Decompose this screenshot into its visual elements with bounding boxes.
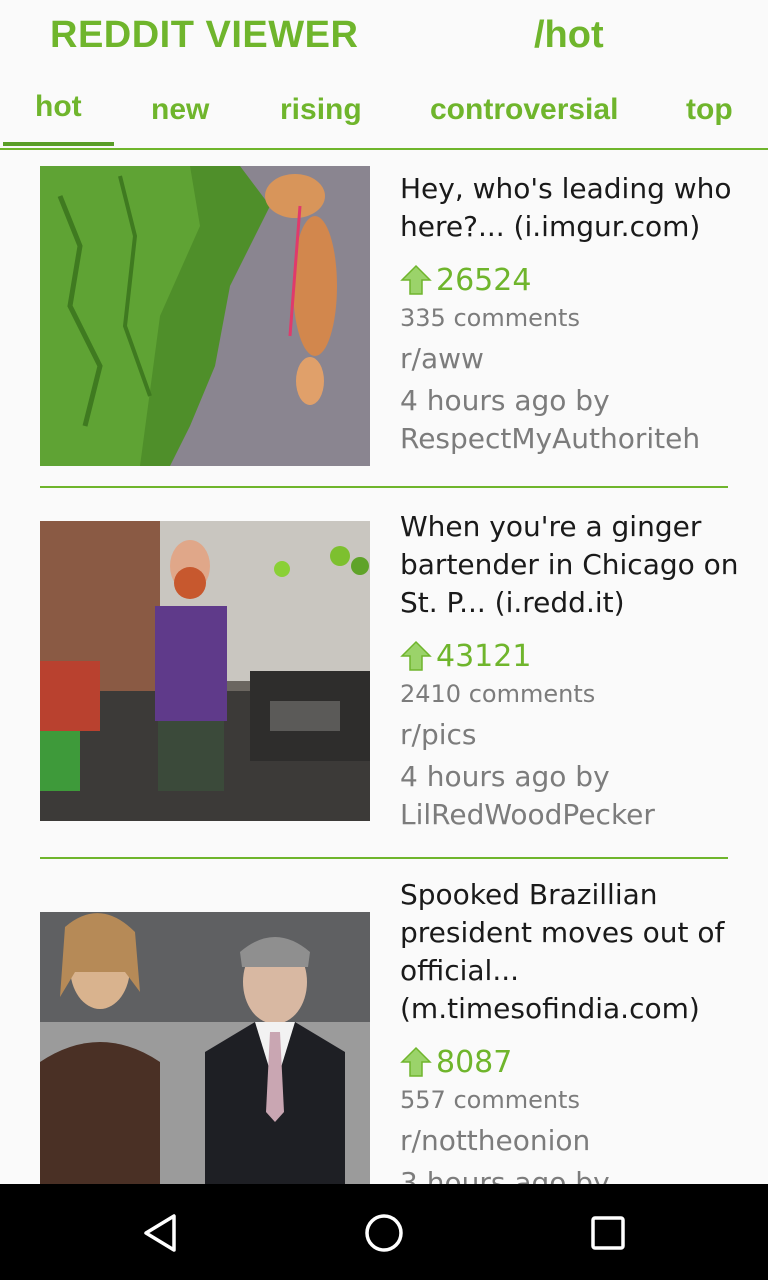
- active-tab-indicator: [3, 142, 114, 146]
- home-circle-icon[interactable]: [361, 1210, 407, 1256]
- post-title[interactable]: Spooked Brazillian president moves out o…: [400, 876, 740, 1028]
- post-details: When you're a ginger bartender in Chicag…: [400, 508, 740, 834]
- post-divider: [40, 857, 728, 859]
- tab-top[interactable]: top: [686, 93, 733, 127]
- post-thumbnail[interactable]: [40, 912, 370, 1184]
- score-row: 8087: [400, 1042, 740, 1082]
- post-comments-count[interactable]: 557 comments: [400, 1082, 740, 1118]
- post-time: 4 hours ago by: [400, 384, 610, 417]
- post-subreddit[interactable]: r/aww: [400, 336, 740, 382]
- post-score: 26524: [436, 262, 532, 298]
- post-author[interactable]: RespectMyAuthoriteh: [400, 420, 740, 458]
- tab-bar: hot new rising controversial top: [0, 80, 768, 150]
- post-title[interactable]: When you're a ginger bartender in Chicag…: [400, 508, 740, 622]
- system-navigation-bar: [0, 1184, 768, 1280]
- post-subreddit[interactable]: r/nottheonion: [400, 1118, 740, 1164]
- tab-new[interactable]: new: [151, 93, 209, 127]
- score-row: 43121: [400, 636, 740, 676]
- upvote-arrow-icon[interactable]: [400, 640, 432, 672]
- post-comments-count[interactable]: 2410 comments: [400, 676, 740, 712]
- back-triangle-icon[interactable]: [138, 1210, 184, 1256]
- post-details: Hey, who's leading who here?... (i.imgur…: [400, 170, 740, 458]
- score-row: 26524: [400, 260, 740, 300]
- post-subreddit[interactable]: r/pics: [400, 712, 740, 758]
- upvote-arrow-icon[interactable]: [400, 264, 432, 296]
- upvote-arrow-icon[interactable]: [400, 1046, 432, 1078]
- tab-controversial[interactable]: controversial: [430, 93, 618, 127]
- post-score: 8087: [436, 1044, 513, 1080]
- post-comments-count[interactable]: 335 comments: [400, 300, 740, 336]
- post-divider: [40, 486, 728, 488]
- post-score: 43121: [436, 638, 532, 674]
- post-thumbnail[interactable]: [40, 521, 370, 821]
- post-list[interactable]: Hey, who's leading who here?... (i.imgur…: [0, 150, 768, 1184]
- current-section-title: /hot: [534, 14, 604, 56]
- post-time: 3 hours ago by: [400, 1166, 610, 1184]
- post-time: 4 hours ago by: [400, 760, 610, 793]
- post-title[interactable]: Hey, who's leading who here?... (i.imgur…: [400, 170, 740, 246]
- tab-rising[interactable]: rising: [280, 93, 362, 127]
- recents-square-icon[interactable]: [585, 1210, 631, 1256]
- post-details: Spooked Brazillian president moves out o…: [400, 876, 740, 1184]
- app-title: REDDIT VIEWER: [50, 14, 359, 56]
- post-thumbnail[interactable]: [40, 166, 370, 466]
- tab-hot[interactable]: hot: [35, 90, 82, 124]
- app-header: REDDIT VIEWER /hot hot new rising contro…: [0, 0, 768, 150]
- post-author[interactable]: LilRedWoodPecker: [400, 796, 740, 834]
